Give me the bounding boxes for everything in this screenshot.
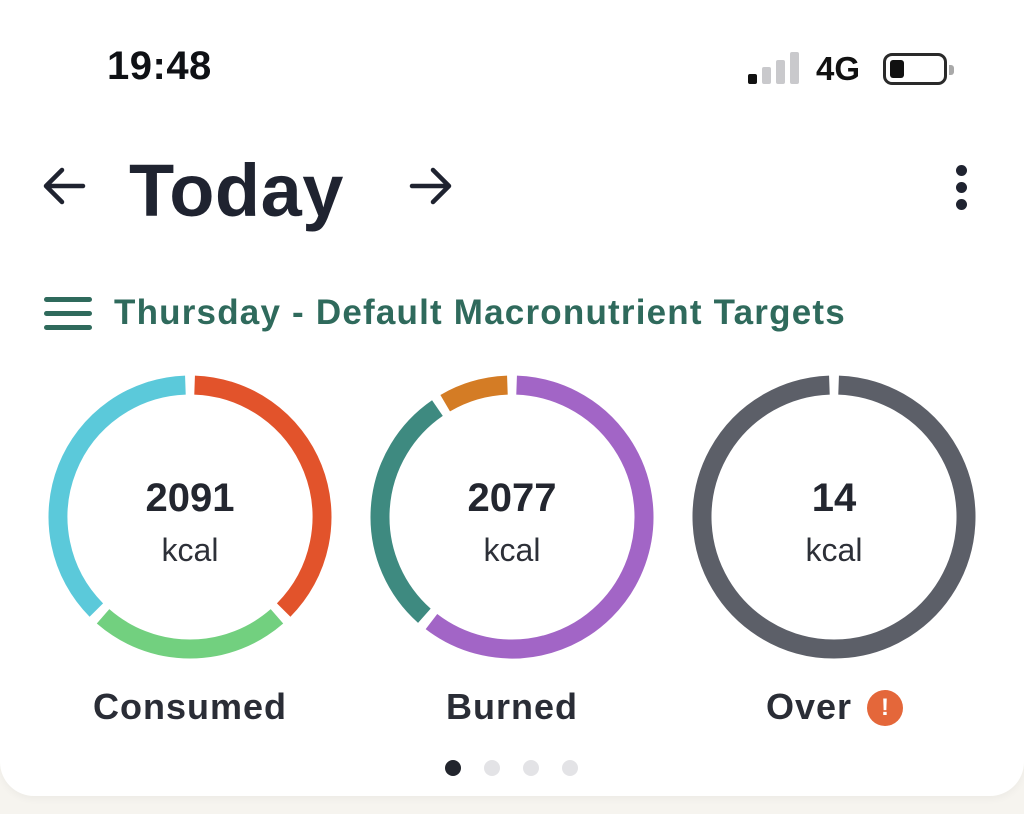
burned-ring[interactable]: 2077 kcal — [367, 372, 657, 662]
over-ring[interactable]: 14 kcal — [689, 372, 979, 662]
battery-icon — [883, 53, 954, 85]
previous-day-button[interactable] — [41, 163, 87, 209]
arrow-left-icon — [43, 167, 86, 205]
exclamation-circle-icon[interactable]: ! — [867, 690, 903, 726]
page-dot[interactable] — [562, 760, 578, 776]
targets-menu-button[interactable] — [44, 297, 92, 333]
signal-strength-icon — [748, 52, 800, 84]
page-title: Today — [129, 149, 344, 232]
targets-label[interactable]: Thursday - Default Macronutrient Targets — [114, 293, 846, 333]
ring-segment — [96, 609, 284, 659]
hamburger-icon — [44, 297, 92, 302]
consumed-label: Consumed — [92, 686, 287, 727]
page-dot[interactable] — [523, 760, 539, 776]
burned-value: 2077 — [467, 476, 557, 520]
more-options-button[interactable] — [944, 163, 978, 213]
burned-unit: kcal — [483, 532, 541, 568]
consumed-ring[interactable]: 2091 kcal — [45, 372, 335, 662]
network-type: 4G — [816, 50, 861, 87]
page-dot[interactable] — [484, 760, 500, 776]
status-time: 19:48 — [107, 44, 212, 88]
vertical-dots-icon — [956, 165, 967, 176]
over-value: 14 — [811, 476, 857, 520]
arrow-right-icon — [409, 167, 452, 205]
burned-label: Burned — [446, 686, 578, 727]
consumed-unit: kcal — [161, 532, 219, 568]
page-dot[interactable] — [445, 760, 461, 776]
consumed-value: 2091 — [145, 476, 235, 520]
next-day-button[interactable] — [408, 163, 454, 209]
summary-card: 19:48 4G Today Thursday - Default Macron… — [0, 0, 1024, 796]
ring-segment — [440, 375, 508, 412]
over-unit: kcal — [805, 532, 863, 568]
over-label: Over — [766, 686, 853, 727]
